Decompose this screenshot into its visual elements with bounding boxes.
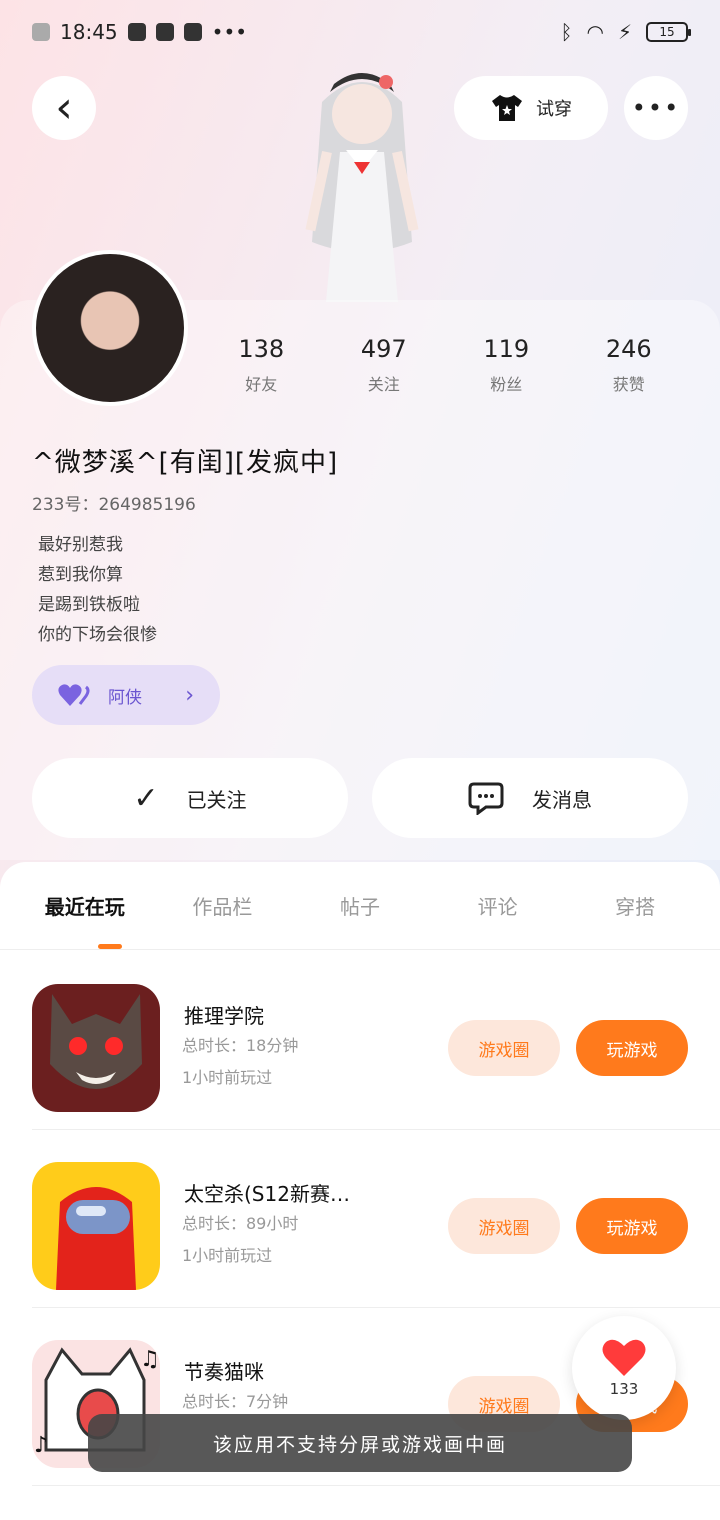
game-last-played: 1小时前玩过 bbox=[182, 1246, 273, 1265]
game-duration: 总时长：18分钟 bbox=[182, 1036, 299, 1055]
tab-recent-play[interactable]: 最近在玩 bbox=[16, 891, 154, 920]
try-on-label: 试穿 bbox=[536, 99, 572, 120]
tag-label: 阿侠 bbox=[108, 687, 142, 708]
heart-icon bbox=[602, 1339, 646, 1376]
try-on-button[interactable]: 试穿 bbox=[454, 76, 608, 140]
bio-line: 你的下场会很惨 bbox=[38, 625, 157, 645]
play-game-button[interactable]: 玩游戏 bbox=[576, 1020, 688, 1076]
more-status-icon: ••• bbox=[211, 20, 248, 44]
shirt-icon bbox=[492, 95, 522, 121]
check-icon: ✓ bbox=[133, 780, 159, 816]
tab-bar: 最近在玩 作品栏 帖子 评论 穿搭 bbox=[0, 862, 720, 950]
game-name: 推理学院 bbox=[184, 1004, 264, 1028]
game-circle-button[interactable]: 游戏圈 bbox=[448, 1020, 560, 1076]
charging-icon: ⚡ bbox=[617, 20, 632, 44]
user-id: 233号：264985196 bbox=[32, 495, 196, 515]
game-name: 节奏猫咪 bbox=[184, 1360, 264, 1384]
stat-value: 246 bbox=[605, 335, 652, 363]
svg-text:♪: ♪ bbox=[34, 1433, 48, 1458]
notification-icon bbox=[32, 23, 50, 41]
message-label: 发消息 bbox=[532, 787, 592, 812]
stat-value: 119 bbox=[483, 335, 530, 363]
tab-posts[interactable]: 帖子 bbox=[291, 891, 429, 920]
tab-comments[interactable]: 评论 bbox=[429, 891, 567, 920]
stat-label: 关注 bbox=[367, 375, 400, 394]
svg-text:♫: ♫ bbox=[140, 1347, 160, 1372]
chat-bubble-icon bbox=[468, 782, 504, 815]
like-button[interactable]: 133 bbox=[572, 1316, 676, 1420]
stat-following[interactable]: 497 关注 bbox=[323, 335, 446, 395]
toast-message: 该应用不支持分屏或游戏画中画 bbox=[88, 1414, 632, 1472]
message-icon bbox=[127, 23, 146, 41]
chevron-right-icon: › bbox=[185, 682, 194, 708]
game-name: 太空杀(S12新赛… bbox=[184, 1182, 350, 1206]
game-icon-werewolf bbox=[32, 984, 160, 1112]
followed-label: 已关注 bbox=[186, 787, 247, 812]
tab-works[interactable]: 作品栏 bbox=[154, 891, 292, 920]
followed-button[interactable]: ✓ 已关注 bbox=[32, 758, 348, 838]
bio-line: 惹到我你算 bbox=[38, 565, 123, 585]
wallet-icon bbox=[155, 23, 174, 41]
back-button[interactable]: ‹ bbox=[32, 76, 96, 140]
stat-fans[interactable]: 119 粉丝 bbox=[445, 335, 568, 395]
battery-icon: 15 bbox=[646, 22, 691, 42]
play-game-button[interactable]: 玩游戏 bbox=[576, 1198, 688, 1254]
stat-label: 获赞 bbox=[612, 375, 645, 394]
tab-indicator bbox=[98, 944, 122, 949]
send-message-button[interactable]: 发消息 bbox=[372, 758, 688, 838]
bio: 最好别惹我 惹到我你算 是踢到铁板啦 你的下场会很惨 bbox=[38, 530, 157, 650]
bio-line: 是踢到铁板啦 bbox=[38, 595, 140, 615]
stat-value: 497 bbox=[360, 335, 407, 363]
bio-line: 最好别惹我 bbox=[38, 535, 123, 555]
relationship-tag[interactable]: 阿侠 › bbox=[32, 665, 220, 725]
stat-value: 138 bbox=[238, 335, 285, 363]
game-duration: 总时长：89小时 bbox=[182, 1214, 299, 1233]
status-bar: 18:45 ••• ᛒ ◠ ⚡ 15 bbox=[0, 0, 720, 64]
more-button[interactable]: ••• bbox=[624, 76, 688, 140]
bluetooth-icon: ᛒ bbox=[560, 20, 573, 44]
stat-label: 粉丝 bbox=[490, 375, 523, 394]
stats-row: 138 好友 497 关注 119 粉丝 246 获赞 bbox=[200, 335, 690, 395]
game-item[interactable]: 推理学院 总时长：18分钟 1小时前玩过 游戏圈 玩游戏 bbox=[32, 952, 720, 1130]
avatar-character bbox=[305, 73, 419, 302]
stat-likes[interactable]: 246 获赞 bbox=[568, 335, 691, 395]
game-last-played: 1小时前玩过 bbox=[182, 1068, 273, 1087]
status-time: 18:45 bbox=[60, 20, 118, 44]
heart-pair-icon bbox=[58, 684, 90, 706]
tab-outfits[interactable]: 穿搭 bbox=[566, 891, 704, 920]
wifi-icon: ◠ bbox=[586, 20, 604, 44]
play-icon bbox=[183, 23, 202, 41]
game-icon-space-kill bbox=[32, 1162, 160, 1290]
game-item[interactable]: 太空杀(S12新赛… 总时长：89小时 1小时前玩过 游戏圈 玩游戏 bbox=[32, 1130, 720, 1308]
nickname: ^微梦溪^[有闺][发疯中] bbox=[32, 448, 339, 478]
like-count: 133 bbox=[609, 1380, 639, 1398]
stat-label: 好友 bbox=[245, 375, 278, 394]
game-duration: 总时长：7分钟 bbox=[182, 1392, 289, 1411]
game-circle-button[interactable]: 游戏圈 bbox=[448, 1198, 560, 1254]
stat-friends[interactable]: 138 好友 bbox=[200, 335, 323, 395]
more-icon: ••• bbox=[631, 94, 681, 122]
profile-avatar[interactable] bbox=[32, 250, 188, 406]
chevron-left-icon: ‹ bbox=[55, 82, 73, 133]
